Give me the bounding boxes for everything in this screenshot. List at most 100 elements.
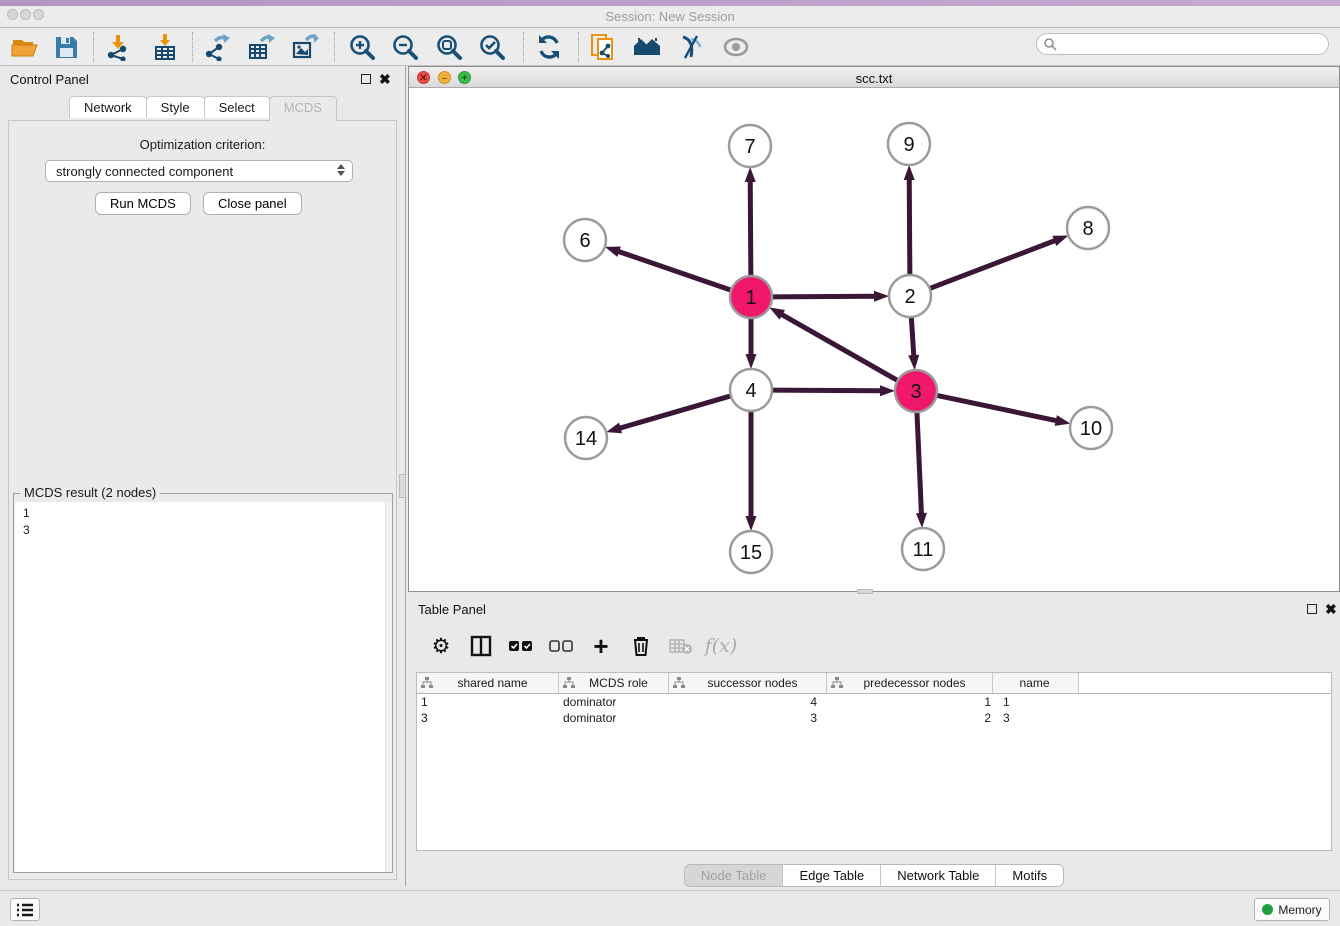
import-network-icon[interactable] [104,33,132,61]
cell-predecessor-nodes: 1 [827,695,993,709]
node-11[interactable]: 11 [902,528,944,570]
table-row[interactable]: 3dominator323 [417,710,1331,726]
tab-network[interactable]: Network [69,96,147,118]
edge-1-7[interactable] [745,167,756,278]
cell-mcds-role: dominator [559,695,669,709]
panel-divider-grip[interactable] [399,474,406,498]
task-history-button[interactable] [10,898,40,921]
table-row[interactable]: 1dominator411 [417,694,1331,710]
zoom-fit-icon[interactable] [435,33,463,61]
import-table-icon[interactable] [151,33,179,61]
column-header-mcds-role[interactable]: MCDS role [559,673,669,693]
float-panel-icon[interactable] [361,74,371,84]
network-graph[interactable]: 7 9 6 8 1 2 4 3 14 10 15 11 [409,88,1339,591]
tab-mcds[interactable]: MCDS [269,96,337,121]
export-image-icon[interactable] [291,33,319,61]
edge-3-1[interactable] [769,307,899,381]
edge-4-14[interactable] [606,395,733,433]
toolbar-separator [192,32,193,62]
zoom-in-icon[interactable] [348,33,376,61]
export-network-icon[interactable] [203,33,231,61]
show-columns-icon[interactable] [468,633,494,659]
tab-style[interactable]: Style [146,96,205,118]
show-home-icon[interactable] [633,33,661,61]
close-panel-button[interactable]: Close panel [203,192,302,215]
tab-network-table[interactable]: Network Table [881,865,996,886]
node-7[interactable]: 7 [729,125,771,167]
select-all-icon[interactable] [508,633,534,659]
refresh-layout-icon[interactable] [535,33,563,61]
float-table-panel-icon[interactable] [1307,604,1317,614]
node-3[interactable]: 3 [895,370,937,412]
node-1[interactable]: 1 [730,276,772,318]
node-10[interactable]: 10 [1070,407,1112,449]
node-4[interactable]: 4 [730,369,772,411]
edge-2-9[interactable] [904,165,915,277]
memory-status-icon [1262,904,1273,915]
svg-text:10: 10 [1080,418,1102,440]
edge-3-10[interactable] [935,395,1071,426]
edge-1-4[interactable] [746,316,757,369]
close-panel-icon[interactable]: ✖ [379,71,391,88]
zoom-out-icon[interactable] [391,33,419,61]
show-panel-icon[interactable] [722,33,750,61]
cell-successor-nodes: 3 [669,711,827,725]
deselect-all-icon[interactable] [548,633,574,659]
node-14[interactable]: 14 [565,417,607,459]
edge-2-3[interactable] [908,315,919,370]
column-header-predecessor-nodes[interactable]: predecessor nodes [827,673,993,693]
cell-successor-nodes: 4 [669,695,827,709]
network-window-titlebar[interactable]: ✕ – + scc.txt [409,67,1339,88]
table-tabs-bar: Node TableEdge TableNetwork TableMotifs [408,864,1340,887]
column-header-name[interactable]: name [993,673,1079,693]
column-label: MCDS role [575,676,668,690]
add-row-icon[interactable]: + [588,633,614,659]
control-panel-header: Control Panel ✖ [0,66,405,92]
tab-edge-table[interactable]: Edge Table [783,865,881,886]
table-panel-title: Table Panel [418,602,486,617]
edge-4-3[interactable] [770,385,895,396]
horizontal-split-grip[interactable] [857,589,873,594]
node-15[interactable]: 15 [730,531,772,573]
clone-network-icon[interactable] [590,33,618,61]
tab-node-table[interactable]: Node Table [685,865,784,886]
node-9[interactable]: 9 [888,123,930,165]
titlebar-accent [0,0,1340,6]
hierarchy-icon [831,677,843,689]
node-2[interactable]: 2 [889,275,931,317]
edge-1-2[interactable] [770,291,889,302]
control-panel-title: Control Panel [10,72,89,87]
hierarchy-icon [563,677,575,689]
memory-button[interactable]: Memory [1254,898,1330,921]
search-input[interactable] [1057,37,1328,51]
zoom-selected-icon[interactable] [478,33,506,61]
mcds-result-text[interactable]: 13 [15,502,392,872]
tab-select[interactable]: Select [204,96,270,118]
open-file-icon[interactable] [10,33,38,61]
cell-shared-name: 3 [417,711,559,725]
table-panel: Table Panel ✖ ⚙ + f(x) shared nameMCDS r… [408,596,1340,888]
close-table-panel-icon[interactable]: ✖ [1325,601,1337,618]
run-mcds-button[interactable]: Run MCDS [95,192,191,215]
delete-row-icon[interactable] [628,633,654,659]
column-header-shared-name[interactable]: shared name [417,673,559,693]
node-6[interactable]: 6 [564,219,606,261]
edge-1-6[interactable] [605,246,733,290]
edge-3-11[interactable] [916,410,927,528]
tab-motifs[interactable]: Motifs [996,865,1063,886]
optimization-criterion-label: Optimization criterion: [9,137,396,152]
column-header-successor-nodes[interactable]: successor nodes [669,673,827,693]
edge-2-8[interactable] [928,235,1069,289]
save-session-icon[interactable] [52,33,80,61]
search-box[interactable] [1036,33,1329,55]
node-8[interactable]: 8 [1067,207,1109,249]
criterion-select[interactable]: strongly connected component [45,160,353,182]
toolbar-separator [523,32,524,62]
table-options-icon[interactable]: ⚙ [428,633,454,659]
result-scrollbar[interactable] [385,502,392,872]
main-toolbar [0,28,1340,66]
hide-panel-icon[interactable] [677,33,705,61]
export-table-icon[interactable] [247,33,275,61]
mcds-result-title: MCDS result (2 nodes) [20,485,160,500]
edge-4-15[interactable] [746,409,757,531]
